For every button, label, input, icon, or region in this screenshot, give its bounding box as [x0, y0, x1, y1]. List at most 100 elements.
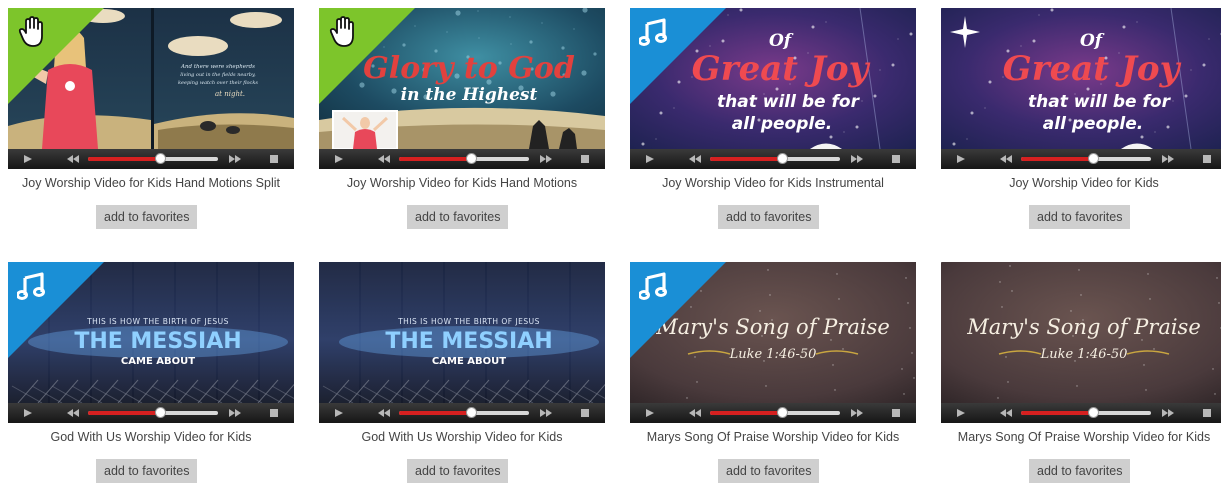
fast-forward-icon[interactable] — [537, 403, 555, 423]
video-thumbnail[interactable]: Mary's Song of PraiseLuke 1:46-50 — [630, 262, 916, 423]
video-thumbnail[interactable]: Mary's Song of Praise Luke 1:46-50 — [941, 262, 1221, 423]
progress-knob[interactable] — [777, 153, 788, 164]
video-title[interactable]: Joy Worship Video for Kids Hand Motions … — [0, 176, 304, 190]
fast-forward-icon[interactable] — [537, 149, 555, 169]
progress-knob[interactable] — [466, 407, 477, 418]
fast-forward-icon[interactable] — [1159, 149, 1177, 169]
player-controls — [8, 149, 294, 169]
video-title[interactable]: Marys Song Of Praise Worship Video for K… — [931, 430, 1221, 444]
rewind-icon[interactable] — [686, 149, 704, 169]
play-icon[interactable] — [953, 403, 969, 423]
art-text-line: And there were shepherds — [180, 64, 255, 70]
rewind-icon[interactable] — [997, 403, 1015, 423]
art-text-line: Of — [769, 31, 794, 51]
art-text-line: Luke 1:46-50 — [1040, 347, 1128, 362]
art-title: Great Joy — [1003, 49, 1182, 89]
fullscreen-icon[interactable] — [266, 149, 282, 169]
video-card: Mary's Song of PraiseLuke 1:46-50Marys S… — [941, 262, 1221, 423]
fast-forward-icon[interactable] — [848, 149, 866, 169]
rewind-icon[interactable] — [686, 403, 704, 423]
video-title[interactable]: Joy Worship Video for Kids — [931, 176, 1221, 190]
progress-track[interactable] — [1021, 157, 1151, 161]
play-icon[interactable] — [953, 149, 969, 169]
play-icon[interactable] — [20, 403, 36, 423]
play-icon[interactable] — [20, 149, 36, 169]
video-title[interactable]: Marys Song Of Praise Worship Video for K… — [620, 430, 926, 444]
play-icon[interactable] — [642, 403, 658, 423]
rewind-icon[interactable] — [375, 149, 393, 169]
fullscreen-icon[interactable] — [888, 403, 904, 423]
player-controls — [941, 149, 1221, 169]
video-card: Glory to Godin the HighestJoy Worship Vi… — [319, 8, 605, 169]
music-note-icon — [639, 16, 669, 48]
video-card: THIS IS HOW THE BIRTH OF JESUSTHE MESSIA… — [8, 262, 294, 423]
player-controls — [319, 149, 605, 169]
progress-fill — [399, 411, 471, 415]
video-artwork: OfGreat Joythat will be forall people. — [941, 8, 1221, 149]
add-to-favorites-button[interactable]: add to favorites — [407, 205, 508, 229]
fullscreen-icon[interactable] — [888, 149, 904, 169]
video-artwork: THIS IS HOW THE BIRTH OF JESUSTHE MESSIA… — [319, 262, 605, 403]
fast-forward-icon[interactable] — [848, 403, 866, 423]
progress-track[interactable] — [88, 411, 218, 415]
fullscreen-icon[interactable] — [266, 403, 282, 423]
progress-knob[interactable] — [1088, 153, 1099, 164]
add-to-favorites-button[interactable]: add to favorites — [1029, 459, 1130, 483]
art-text-line: that will be for — [717, 92, 861, 112]
player-controls — [319, 403, 605, 423]
add-to-favorites-button[interactable]: add to favorites — [718, 459, 819, 483]
add-to-favorites-button[interactable]: add to favorites — [96, 205, 197, 229]
rewind-icon[interactable] — [64, 403, 82, 423]
fast-forward-icon[interactable] — [1159, 403, 1177, 423]
video-card: OfGreat Joythat will be forall people.Jo… — [941, 8, 1221, 169]
art-title: Mary's Song of Praise — [966, 315, 1201, 339]
play-icon[interactable] — [331, 149, 347, 169]
video-thumbnail[interactable]: And there were shepherds living out in th… — [8, 8, 294, 169]
art-title: THE MESSIAH — [385, 329, 552, 354]
add-to-favorites-button[interactable]: add to favorites — [96, 459, 197, 483]
play-icon[interactable] — [642, 149, 658, 169]
progress-track[interactable] — [399, 157, 529, 161]
fullscreen-icon[interactable] — [1199, 149, 1215, 169]
art-text-line: living out in the fields nearby, — [180, 72, 256, 78]
add-to-favorites-button[interactable]: add to favorites — [1029, 205, 1130, 229]
play-icon[interactable] — [331, 403, 347, 423]
art-text-line: that will be for — [1028, 92, 1172, 112]
music-note-icon — [17, 270, 47, 302]
video-thumbnail[interactable]: OfGreat Joythat will be forall people. — [630, 8, 916, 169]
progress-knob[interactable] — [155, 153, 166, 164]
add-to-favorites-button[interactable]: add to favorites — [407, 459, 508, 483]
video-card: Mary's Song of PraiseLuke 1:46-50Marys S… — [630, 262, 916, 423]
progress-knob[interactable] — [466, 153, 477, 164]
video-thumbnail[interactable]: THIS IS HOW THE BIRTH OF JESUSTHE MESSIA… — [319, 262, 605, 423]
progress-track[interactable] — [710, 411, 840, 415]
hand-icon — [328, 16, 358, 48]
progress-track[interactable] — [399, 411, 529, 415]
video-title[interactable]: Joy Worship Video for Kids Instrumental — [620, 176, 926, 190]
fullscreen-icon[interactable] — [577, 403, 593, 423]
star-icon — [950, 16, 980, 48]
fullscreen-icon[interactable] — [1199, 403, 1215, 423]
video-title[interactable]: Joy Worship Video for Kids Hand Motions — [309, 176, 615, 190]
rewind-icon[interactable] — [375, 403, 393, 423]
art-text-line: CAME ABOUT — [121, 356, 195, 367]
add-to-favorites-button[interactable]: add to favorites — [718, 205, 819, 229]
music-note-icon — [639, 270, 669, 302]
player-controls — [630, 149, 916, 169]
fast-forward-icon[interactable] — [226, 149, 244, 169]
video-thumbnail[interactable]: Glory to Godin the Highest — [319, 8, 605, 169]
progress-track[interactable] — [1021, 411, 1151, 415]
progress-knob[interactable] — [777, 407, 788, 418]
video-title[interactable]: God With Us Worship Video for Kids — [309, 430, 615, 444]
progress-knob[interactable] — [155, 407, 166, 418]
fast-forward-icon[interactable] — [226, 403, 244, 423]
video-title[interactable]: God With Us Worship Video for Kids — [0, 430, 304, 444]
progress-track[interactable] — [710, 157, 840, 161]
progress-knob[interactable] — [1088, 407, 1099, 418]
fullscreen-icon[interactable] — [577, 149, 593, 169]
rewind-icon[interactable] — [997, 149, 1015, 169]
rewind-icon[interactable] — [64, 149, 82, 169]
progress-track[interactable] — [88, 157, 218, 161]
video-thumbnail[interactable]: OfGreat Joythat will be forall people. — [941, 8, 1221, 169]
video-thumbnail[interactable]: THIS IS HOW THE BIRTH OF JESUSTHE MESSIA… — [8, 262, 294, 423]
